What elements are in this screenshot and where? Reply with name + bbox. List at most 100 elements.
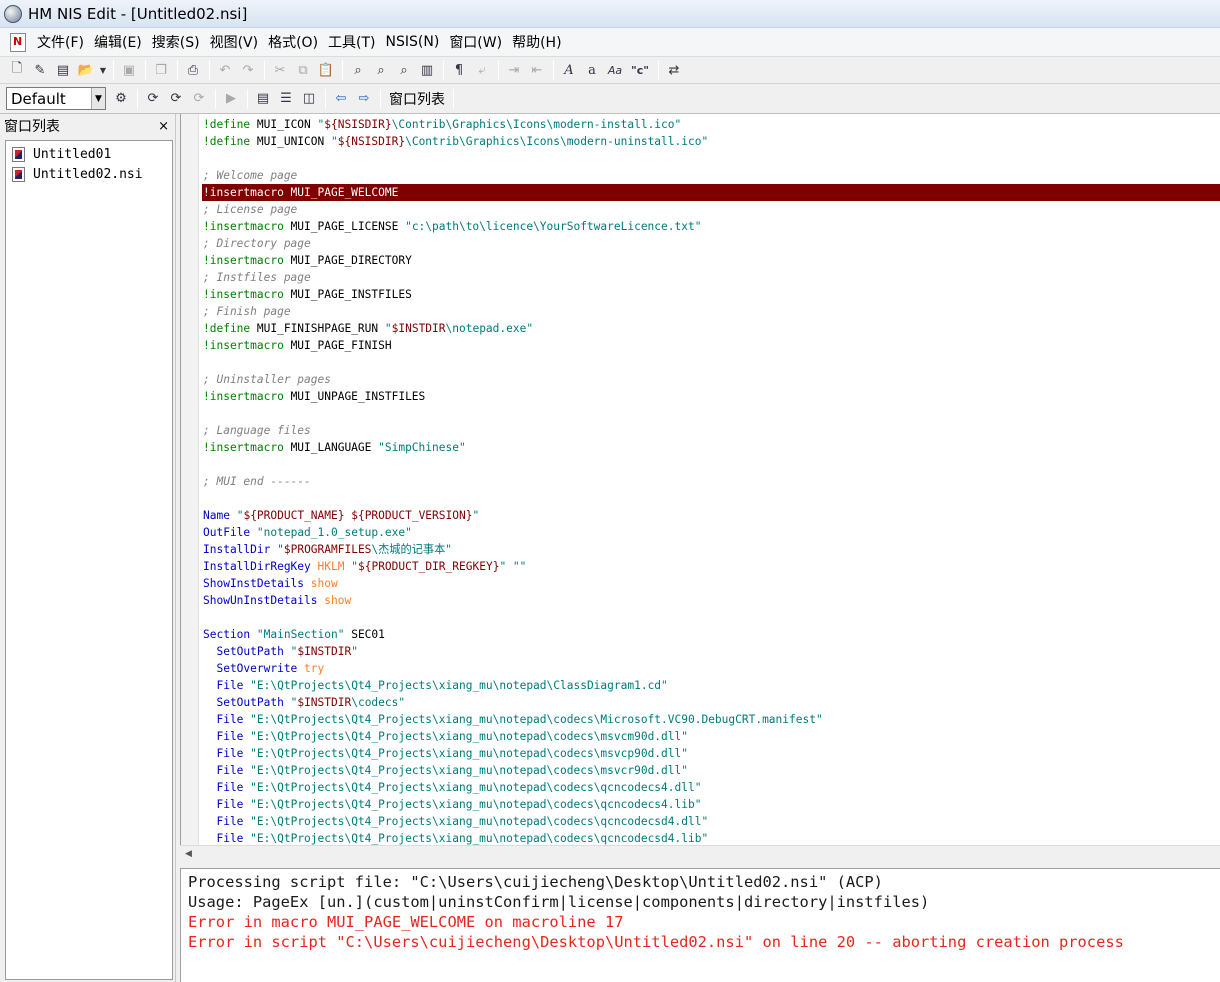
code-line[interactable]: File "E:\QtProjects\Qt4_Projects\xiang_m…	[202, 830, 1220, 845]
goto-icon[interactable]: ▥	[416, 59, 438, 81]
save-all-icon[interactable]: ❐	[150, 59, 172, 81]
code-line[interactable]: OutFile "notepad_1.0_setup.exe"	[202, 524, 1220, 541]
chevron-down-icon[interactable]: ▼	[91, 88, 105, 109]
file-item-untitled02[interactable]: Untitled02.nsi	[6, 164, 172, 184]
window-list-button[interactable]: 窗口列表	[385, 89, 449, 109]
menu-window[interactable]: 窗口(W)	[444, 32, 507, 52]
code-line[interactable]: File "E:\QtProjects\Qt4_Projects\xiang_m…	[202, 711, 1220, 728]
code-line[interactable]: InstallDirRegKey HKLM "${PRODUCT_DIR_REG…	[202, 558, 1220, 575]
compile-icon[interactable]: ⟳	[142, 88, 164, 110]
code-line[interactable]: !insertmacro MUI_PAGE_FINISH	[202, 337, 1220, 354]
open-dropdown-icon[interactable]: ▼	[98, 59, 108, 81]
uppercase-icon[interactable]: A	[558, 59, 580, 81]
undo-icon[interactable]: ↶	[214, 59, 236, 81]
paste-icon[interactable]: 📋	[315, 59, 337, 81]
tile-vertical-icon[interactable]: ◫	[298, 88, 320, 110]
toggle-case-icon[interactable]: Aa	[604, 59, 626, 81]
run-icon[interactable]: ▶	[220, 88, 242, 110]
code-line[interactable]: ShowUnInstDetails show	[202, 592, 1220, 609]
code-line[interactable]	[202, 354, 1220, 371]
cut-icon[interactable]: ✂	[269, 59, 291, 81]
code-area[interactable]: !define MUI_ICON "${NSISDIR}\Contrib\Gra…	[202, 116, 1220, 845]
scroll-left-icon[interactable]: ◀	[180, 849, 197, 859]
stop-compile-icon[interactable]: ⟳	[188, 88, 210, 110]
code-line[interactable]: File "E:\QtProjects\Qt4_Projects\xiang_m…	[202, 796, 1220, 813]
menu-format[interactable]: 格式(O)	[263, 32, 323, 52]
code-line[interactable]: SetOverwrite try	[202, 660, 1220, 677]
menu-nsis[interactable]: NSIS(N)	[381, 34, 445, 50]
code-line[interactable]	[202, 150, 1220, 167]
code-line[interactable]	[202, 490, 1220, 507]
code-line[interactable]: File "E:\QtProjects\Qt4_Projects\xiang_m…	[202, 813, 1220, 830]
tile-horizontal-icon[interactable]: ☰	[275, 88, 297, 110]
code-line[interactable]: !define MUI_UNICON "${NSISDIR}\Contrib\G…	[202, 133, 1220, 150]
redo-icon[interactable]: ↷	[237, 59, 259, 81]
word-wrap-icon[interactable]: ⤶	[471, 59, 493, 81]
code-line[interactable]: ; MUI end ------	[202, 473, 1220, 490]
menu-file[interactable]: 文件(F)	[32, 32, 89, 52]
quote-string-icon[interactable]: "c"	[627, 59, 653, 81]
code-line[interactable]: ; Welcome page	[202, 167, 1220, 184]
pilcrow-icon[interactable]: ¶	[448, 59, 470, 81]
insert-icon[interactable]: ⇄	[663, 59, 685, 81]
menu-search[interactable]: 搜索(S)	[147, 32, 205, 52]
close-icon[interactable]: ×	[158, 119, 169, 134]
code-line[interactable]	[202, 456, 1220, 473]
code-line[interactable]: File "E:\QtProjects\Qt4_Projects\xiang_m…	[202, 745, 1220, 762]
lowercase-icon[interactable]: a	[581, 59, 603, 81]
cascade-icon[interactable]: ▤	[252, 88, 274, 110]
code-line[interactable]: ; License page	[202, 201, 1220, 218]
document-icon[interactable]	[10, 32, 26, 52]
code-line-error-highlight[interactable]: !insertmacro MUI_PAGE_WELCOME	[202, 184, 1220, 201]
code-line[interactable]: File "E:\QtProjects\Qt4_Projects\xiang_m…	[202, 762, 1220, 779]
code-line[interactable]: ; Uninstaller pages	[202, 371, 1220, 388]
copy-icon[interactable]: ⧉	[292, 59, 314, 81]
indent-icon[interactable]: ⇥	[503, 59, 525, 81]
code-line[interactable]: !insertmacro MUI_LANGUAGE "SimpChinese"	[202, 439, 1220, 456]
code-line[interactable]: Section "MainSection" SEC01	[202, 626, 1220, 643]
save-icon[interactable]: ▣	[118, 59, 140, 81]
compile-run-icon[interactable]: ⟳	[165, 88, 187, 110]
code-line[interactable]: File "E:\QtProjects\Qt4_Projects\xiang_m…	[202, 677, 1220, 694]
menu-tools[interactable]: 工具(T)	[323, 32, 380, 52]
new-file-icon[interactable]: 🗋	[6, 59, 28, 81]
wizard-icon[interactable]: ✎	[29, 59, 51, 81]
previous-window-icon[interactable]: ⇦	[330, 88, 352, 110]
code-line[interactable]	[202, 609, 1220, 626]
code-line[interactable]: SetOutPath "$INSTDIR"	[202, 643, 1220, 660]
code-line[interactable]: File "E:\QtProjects\Qt4_Projects\xiang_m…	[202, 779, 1220, 796]
menu-help[interactable]: 帮助(H)	[507, 32, 566, 52]
code-line[interactable]: !define MUI_FINISHPAGE_RUN "$INSTDIR\not…	[202, 320, 1220, 337]
menu-edit[interactable]: 编辑(E)	[89, 32, 147, 52]
code-editor[interactable]: !define MUI_ICON "${NSISDIR}\Contrib\Gra…	[180, 114, 1220, 845]
replace-icon[interactable]: ⌕	[393, 59, 415, 81]
find-icon[interactable]: ⌕	[347, 59, 369, 81]
code-line[interactable]: InstallDir "$PROGRAMFILES\杰城的记事本"	[202, 541, 1220, 558]
code-line[interactable]: ; Finish page	[202, 303, 1220, 320]
next-window-icon[interactable]: ⇨	[353, 88, 375, 110]
code-line[interactable]: !insertmacro MUI_PAGE_DIRECTORY	[202, 252, 1220, 269]
new-template-icon[interactable]: ▤	[52, 59, 74, 81]
code-line[interactable]	[202, 405, 1220, 422]
print-icon[interactable]: ⎙	[182, 59, 204, 81]
config-combo[interactable]: Default ▼	[6, 87, 106, 110]
file-item-untitled01[interactable]: Untitled01	[6, 144, 172, 164]
configure-icon[interactable]: ⚙	[110, 88, 132, 110]
output-panel[interactable]: Processing script file: "C:\Users\cuijie…	[180, 868, 1220, 982]
code-line[interactable]: !insertmacro MUI_PAGE_LICENSE "c:\path\t…	[202, 218, 1220, 235]
horizontal-scrollbar[interactable]: ◀	[180, 845, 1220, 862]
menu-view[interactable]: 视图(V)	[205, 32, 264, 52]
find-next-icon[interactable]: ⌕	[370, 59, 392, 81]
outdent-icon[interactable]: ⇤	[526, 59, 548, 81]
code-line[interactable]: SetOutPath "$INSTDIR\codecs"	[202, 694, 1220, 711]
editor-gutter[interactable]	[181, 114, 199, 845]
code-line[interactable]: ; Instfiles page	[202, 269, 1220, 286]
open-folder-icon[interactable]: 📂	[75, 59, 97, 81]
code-line[interactable]: ; Language files	[202, 422, 1220, 439]
code-line[interactable]: !insertmacro MUI_UNPAGE_INSTFILES	[202, 388, 1220, 405]
code-line[interactable]: ; Directory page	[202, 235, 1220, 252]
code-line[interactable]: Name "${PRODUCT_NAME} ${PRODUCT_VERSION}…	[202, 507, 1220, 524]
code-line[interactable]: ShowInstDetails show	[202, 575, 1220, 592]
code-line[interactable]: File "E:\QtProjects\Qt4_Projects\xiang_m…	[202, 728, 1220, 745]
code-line[interactable]: !insertmacro MUI_PAGE_INSTFILES	[202, 286, 1220, 303]
